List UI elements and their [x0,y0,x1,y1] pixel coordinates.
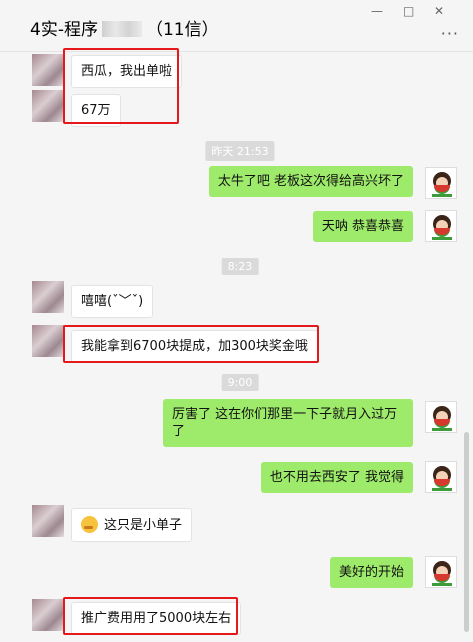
redacted-name [101,21,142,37]
contact-avatar[interactable] [32,281,64,313]
message-bubble-outgoing: 美好的开始 [329,557,413,588]
chat-title-prefix: 4实-程序 [30,20,98,40]
contact-avatar[interactable] [32,505,64,537]
chat-title: 4实-程序 （11信） [30,15,219,40]
my-avatar[interactable] [425,401,457,433]
my-avatar[interactable] [425,556,457,588]
chat-title-bar: 4实-程序 （11信） — □ ✕ ··· [0,0,473,52]
close-icon[interactable]: ✕ [434,4,444,18]
contact-avatar[interactable] [32,90,64,122]
minimize-icon[interactable]: — [371,4,383,18]
embarrassed-emoji-icon [81,516,98,533]
message-bubble-outgoing: 也不用去西安了 我觉得 [260,462,413,493]
highlight-box [63,597,238,635]
chat-title-count: （11信） [145,20,219,40]
highlight-box [63,48,179,124]
message-bubble-incoming: 这只是小单子 [71,508,193,542]
message-bubble-outgoing: 太牛了吧 老板这次得给高兴坏了 [208,166,413,197]
message-text: 这只是小单子 [104,518,183,533]
timestamp: 8:23 [221,258,259,275]
timestamp: 9:00 [221,374,259,391]
my-avatar[interactable] [425,210,457,242]
my-avatar[interactable] [425,461,457,493]
chat-message-list[interactable]: 西瓜，我出单啦 67万 昨天 21:53 太牛了吧 老板这次得给高兴坏了 天呐 … [0,48,473,642]
more-options-icon[interactable]: ··· [441,24,459,43]
my-avatar[interactable] [425,167,457,199]
scrollbar[interactable] [464,432,469,632]
contact-avatar[interactable] [32,599,64,631]
maximize-icon[interactable]: □ [403,4,414,18]
message-bubble-outgoing: 天呐 恭喜恭喜 [312,211,413,242]
contact-avatar[interactable] [32,54,64,86]
highlight-box [63,325,319,363]
message-bubble-incoming: 嘻嘻(ˇ﹀ˇ) [71,285,154,318]
message-bubble-outgoing: 厉害了 这在你们那里一下子就月入过万了 [163,399,413,447]
timestamp: 昨天 21:53 [205,141,275,161]
contact-avatar[interactable] [32,325,64,357]
